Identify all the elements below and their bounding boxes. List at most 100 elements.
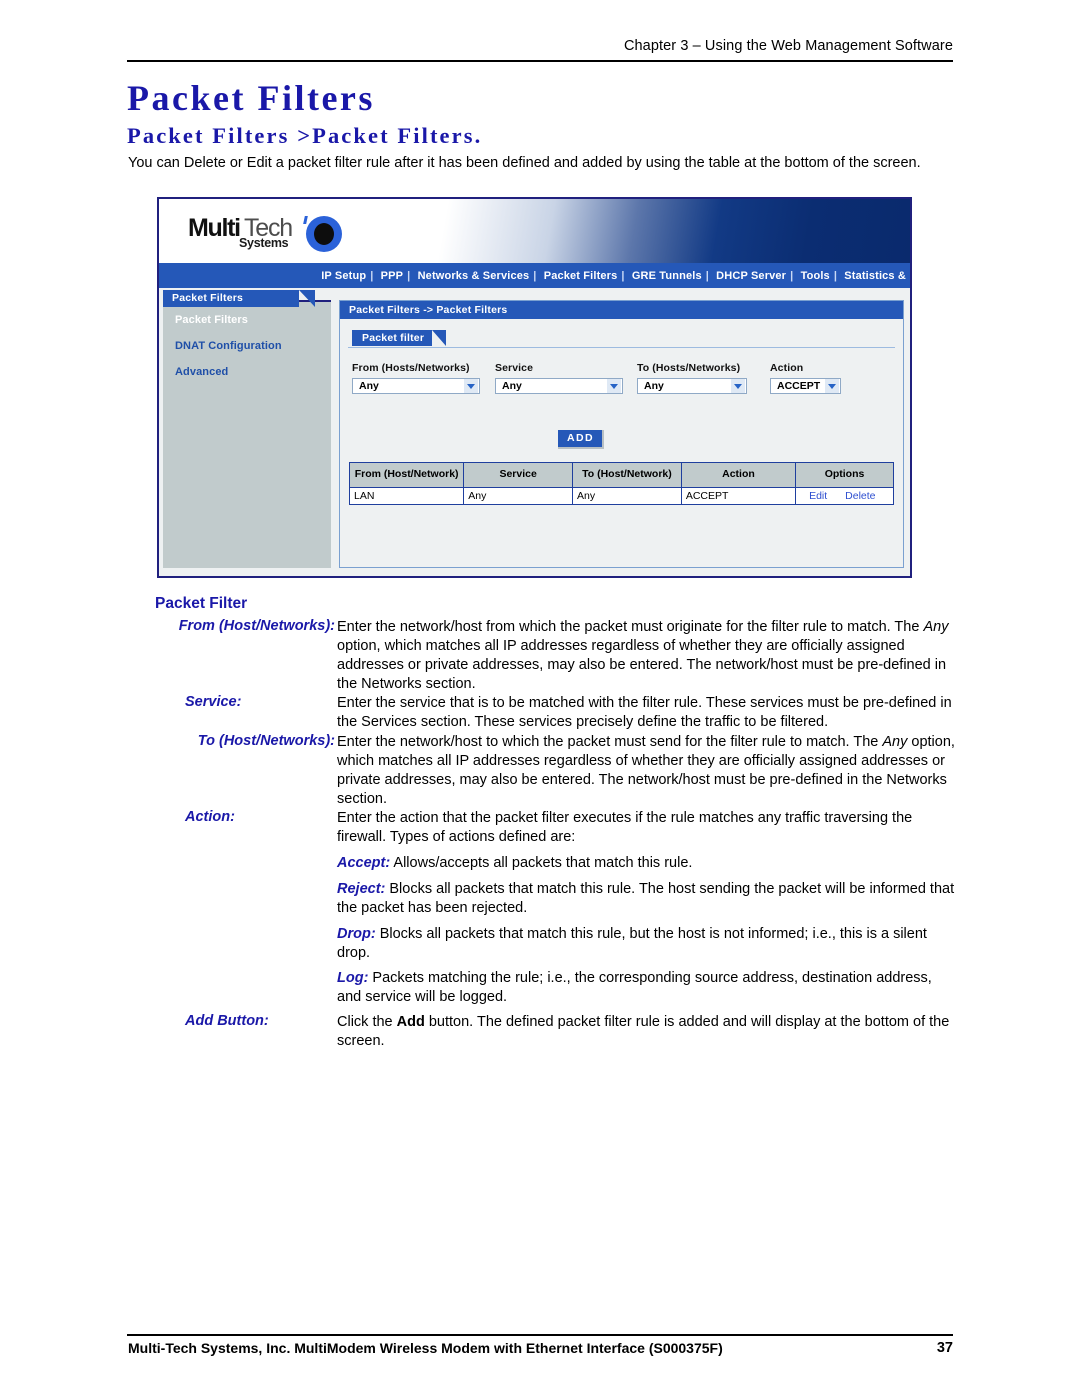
definition-body-add-button: Click the Add button. The defined packet… bbox=[337, 1014, 950, 1049]
definition-add-button: Add Button: Click the Add button. The de… bbox=[155, 1013, 955, 1051]
action-text-log: Packets matching the rule; i.e., the cor… bbox=[337, 970, 932, 1006]
column-header-from: From (Host/Network) bbox=[348, 462, 465, 488]
nav-item-ip-setup[interactable]: IP Setup bbox=[317, 270, 370, 282]
nav-item-packet-filters[interactable]: Packet Filters bbox=[540, 270, 622, 282]
section-title: Packet Filter bbox=[155, 595, 248, 612]
cell-from: LAN bbox=[348, 487, 465, 505]
cell-action: ACCEPT bbox=[680, 487, 797, 505]
column-header-action: Action bbox=[680, 462, 797, 488]
nav-separator: | bbox=[705, 269, 709, 282]
action-term-reject: Reject: bbox=[337, 880, 386, 897]
navbar-items: IP Setup | PPP | Networks & Services | Pack… bbox=[317, 270, 910, 282]
nav-item-networks-services[interactable]: Networks & Services bbox=[414, 270, 534, 282]
nav-item-gre-tunnels[interactable]: GRE Tunnels bbox=[628, 270, 706, 282]
cell-options: Edit Delete bbox=[795, 487, 894, 505]
footer-rule bbox=[127, 1334, 953, 1336]
definition-body-to: Enter the network/host to which the pack… bbox=[337, 734, 955, 807]
definition-body-from: Enter the network/host from which the pa… bbox=[337, 619, 949, 692]
action-text-reject: Blocks all packets that match this rule.… bbox=[337, 880, 955, 916]
action-term-drop: Drop: bbox=[337, 925, 376, 942]
ui-navbar: IP Setup | PPP | Networks & Services | Pack… bbox=[159, 263, 910, 288]
action-text-accept: Allows/accepts all packets that match th… bbox=[390, 855, 693, 872]
label-to: To (Hosts/Networks) bbox=[637, 362, 741, 374]
select-action[interactable]: ACCEPT bbox=[770, 378, 841, 394]
select-to[interactable]: Any bbox=[637, 378, 747, 394]
select-to-value: Any bbox=[644, 380, 664, 392]
nav-separator: | bbox=[790, 269, 794, 282]
nav-separator: | bbox=[533, 269, 537, 282]
edit-link[interactable]: Edit bbox=[800, 490, 836, 502]
action-type-drop: Drop: Blocks all packets that match this… bbox=[337, 925, 955, 963]
definition-from: From (Host/Networks): Enter the network/… bbox=[155, 618, 955, 693]
field-action: Action ACCEPT bbox=[770, 362, 870, 394]
page-title: Packet Filters bbox=[127, 78, 375, 118]
field-to: To (Hosts/Networks) Any bbox=[637, 362, 757, 394]
add-button-row: ADD bbox=[340, 422, 903, 456]
action-term-log: Log: bbox=[337, 970, 369, 987]
ui-banner: Multi Tech Systems bbox=[159, 199, 910, 263]
logo-ring-icon bbox=[306, 216, 342, 252]
footer-page-number: 37 bbox=[936, 1340, 953, 1356]
document-page: Chapter 3 – Using the Web Management Sof… bbox=[0, 0, 1080, 1397]
sidebar-item-dnat-configuration[interactable]: DNAT Configuration bbox=[175, 340, 331, 352]
table-header-row: From (Host/Network) Service To (Host/Net… bbox=[348, 462, 894, 488]
nav-item-statistics[interactable]: Statistics & bbox=[840, 270, 910, 282]
nav-separator: | bbox=[407, 269, 411, 282]
definition-term-service: Service: bbox=[185, 694, 242, 711]
definition-action: Action: Enter the action that the packet… bbox=[155, 809, 955, 1007]
web-ui-screenshot: Multi Tech Systems IP Setup | PPP | Networ… bbox=[157, 197, 912, 578]
select-action-value: ACCEPT bbox=[777, 380, 821, 392]
column-header-options: Options bbox=[795, 462, 894, 488]
select-from[interactable]: Any bbox=[352, 378, 480, 394]
delete-link[interactable]: Delete bbox=[836, 490, 884, 502]
label-from: From (Hosts/Networks) bbox=[352, 362, 470, 374]
cell-service: Any bbox=[463, 487, 574, 505]
chevron-down-icon[interactable] bbox=[607, 379, 621, 393]
sidebar: Packet Filters Packet Filters DNAT Confi… bbox=[163, 290, 331, 568]
chevron-down-icon[interactable] bbox=[464, 379, 478, 393]
column-header-to: To (Host/Network) bbox=[572, 462, 682, 488]
sidebar-item-advanced[interactable]: Advanced bbox=[175, 366, 331, 378]
nav-item-ppp[interactable]: PPP bbox=[377, 270, 407, 282]
nav-separator: | bbox=[370, 269, 374, 282]
chevron-down-icon[interactable] bbox=[825, 379, 839, 393]
nav-item-dhcp-server[interactable]: DHCP Server bbox=[712, 270, 790, 282]
tab-packet-filter[interactable]: Packet filter bbox=[352, 330, 447, 346]
chevron-down-icon[interactable] bbox=[731, 379, 745, 393]
definition-term-from: From (Host/Networks): bbox=[178, 618, 335, 634]
definition-body-action: Enter the action that the packet filter … bbox=[337, 810, 913, 846]
ui-body: Packet Filters Packet Filters DNAT Confi… bbox=[159, 288, 910, 576]
label-service: Service bbox=[495, 362, 534, 374]
action-type-log: Log: Packets matching the rule; i.e., th… bbox=[337, 969, 955, 1007]
sidebar-item-packet-filters[interactable]: Packet Filters bbox=[175, 314, 331, 326]
intro-paragraph: You can Delete or Edit a packet filter r… bbox=[128, 155, 921, 171]
cell-to: Any bbox=[572, 487, 682, 505]
definition-term-to: To (Host/Networks): bbox=[197, 733, 335, 750]
select-from-value: Any bbox=[359, 380, 379, 392]
table-row: LAN Any Any ACCEPT Edit Delete bbox=[348, 487, 894, 505]
logo-text-systems: Systems bbox=[239, 236, 289, 250]
multitech-logo: Multi Tech Systems bbox=[188, 210, 370, 254]
nav-item-tools[interactable]: Tools bbox=[797, 270, 834, 282]
breadcrumb: Packet Filters -> Packet Filters bbox=[340, 301, 903, 319]
logo-tick-mark bbox=[303, 216, 308, 224]
sidebar-list: Packet Filters DNAT Configuration Advanc… bbox=[163, 302, 331, 378]
definition-term-add-button: Add Button: bbox=[185, 1013, 269, 1030]
definition-service: Service: Enter the service that is to be… bbox=[155, 694, 955, 732]
action-term-accept: Accept: bbox=[337, 855, 391, 872]
filter-form: From (Hosts/Networks) Any Service Any To… bbox=[352, 362, 903, 408]
definition-body-service: Enter the service that is to be matched … bbox=[337, 695, 952, 731]
nav-separator: | bbox=[833, 269, 838, 282]
nav-separator: | bbox=[621, 269, 625, 282]
definition-term-action: Action: bbox=[185, 809, 235, 826]
field-from: From (Hosts/Networks) Any bbox=[352, 362, 482, 394]
add-button[interactable]: ADD bbox=[558, 430, 604, 449]
running-header: Chapter 3 – Using the Web Management Sof… bbox=[623, 38, 953, 54]
action-type-accept: Accept: Allows/accepts all packets that … bbox=[337, 854, 955, 873]
action-text-drop: Blocks all packets that match this rule,… bbox=[337, 925, 927, 961]
label-action: Action bbox=[770, 362, 804, 374]
field-service: Service Any bbox=[495, 362, 625, 394]
panel-tab-row: Packet filter bbox=[348, 330, 895, 348]
select-service[interactable]: Any bbox=[495, 378, 623, 394]
definition-list: From (Host/Networks): Enter the network/… bbox=[155, 618, 955, 1052]
